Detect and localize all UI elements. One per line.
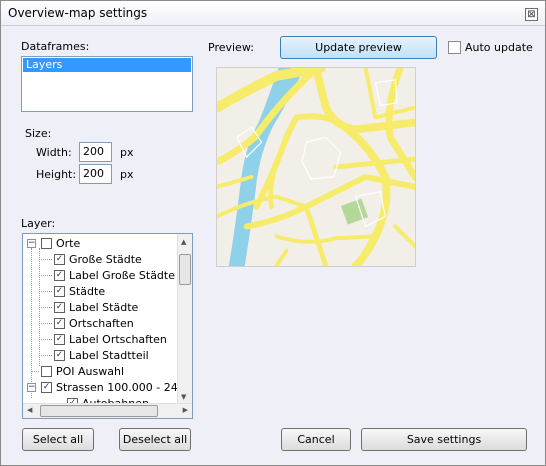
checkbox[interactable]: [41, 366, 52, 377]
dataframe-item-layers[interactable]: Layers: [23, 58, 191, 72]
checkbox-checked[interactable]: ✓: [54, 350, 65, 361]
checkbox-checked[interactable]: ✓: [41, 382, 52, 393]
dataframes-label: Dataframes:: [21, 40, 90, 53]
layer-label: Layer:: [21, 217, 56, 230]
tree-vertical-scrollbar[interactable]: ▲ ▼: [177, 234, 192, 404]
tree-item-label: Orte: [56, 237, 81, 250]
deselect-all-button[interactable]: Deselect all: [119, 428, 191, 451]
preview-label: Preview:: [208, 41, 254, 54]
scroll-down-icon[interactable]: ▼: [181, 393, 186, 401]
tree-item-label: Label Ortschaften: [69, 333, 167, 346]
checkbox-checked[interactable]: ✓: [54, 334, 65, 345]
width-unit: px: [120, 146, 134, 159]
checkbox-checked[interactable]: ✓: [54, 270, 65, 281]
height-label: Height:: [36, 168, 77, 181]
dataframes-list[interactable]: Layers: [21, 56, 193, 112]
scroll-thumb[interactable]: [40, 405, 158, 417]
size-label: Size:: [25, 127, 52, 140]
height-input[interactable]: 200: [79, 164, 112, 184]
close-icon[interactable]: ⊠: [525, 8, 538, 21]
width-input[interactable]: 200: [79, 142, 112, 162]
scroll-up-icon[interactable]: ▲: [181, 238, 186, 246]
window-title: Overview-map settings: [8, 6, 148, 20]
collapse-icon[interactable]: −: [27, 239, 36, 248]
layer-tree[interactable]: − Orte ✓ Große Städte ✓ Label Große Städ…: [22, 233, 193, 419]
update-preview-button[interactable]: Update preview: [280, 36, 437, 59]
collapse-icon[interactable]: −: [27, 383, 36, 392]
tree-item-label: Strassen 100.000 - 249.9: [56, 381, 193, 394]
tree-item-label: Label Große Städte: [69, 269, 175, 282]
cancel-button[interactable]: Cancel: [281, 428, 351, 451]
tree-item-label: Ortschaften: [69, 317, 134, 330]
checkbox[interactable]: [41, 238, 52, 249]
scroll-thumb[interactable]: [179, 254, 191, 285]
checkbox-checked[interactable]: ✓: [54, 254, 65, 265]
tree-horizontal-scrollbar[interactable]: ◀ ▶: [23, 403, 192, 418]
scroll-right-icon[interactable]: ▶: [183, 406, 188, 414]
save-settings-button[interactable]: Save settings: [361, 428, 527, 451]
map-preview-image: [212, 63, 419, 270]
map-preview: [212, 63, 419, 270]
auto-update-label: Auto update: [465, 41, 533, 54]
checkbox-checked[interactable]: ✓: [54, 302, 65, 313]
width-label: Width:: [36, 146, 72, 159]
tree-item-label: Label Stadtteil: [69, 349, 149, 362]
checkbox-checked[interactable]: ✓: [54, 286, 65, 297]
height-unit: px: [120, 168, 134, 181]
scroll-left-icon[interactable]: ◀: [27, 406, 32, 414]
tree-item-label: POI Auswahl: [56, 365, 125, 378]
select-all-button[interactable]: Select all: [22, 428, 94, 451]
auto-update-checkbox[interactable]: [448, 41, 461, 54]
tree-item-label: Große Städte: [69, 253, 142, 266]
overview-map-settings-window: Overview-map settings ⊠ Dataframes: Laye…: [0, 0, 546, 466]
tree-item-label: Label Städte: [69, 301, 139, 314]
tree-item-label: Städte: [69, 285, 106, 298]
checkbox-checked[interactable]: ✓: [54, 318, 65, 329]
title-bar: Overview-map settings ⊠: [1, 1, 545, 26]
tree-line: [31, 248, 32, 398]
